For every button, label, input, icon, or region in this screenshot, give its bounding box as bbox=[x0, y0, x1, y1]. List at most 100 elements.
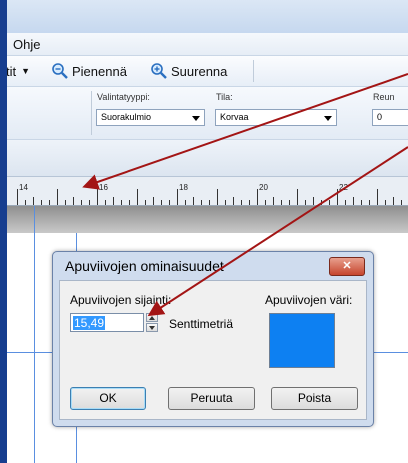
ruler-tick bbox=[249, 200, 250, 205]
ruler-tick bbox=[161, 200, 162, 205]
ruler-tick bbox=[393, 197, 394, 205]
ruler-tick bbox=[113, 197, 114, 205]
guide-color-swatch[interactable] bbox=[269, 313, 335, 368]
chevron-down-icon bbox=[192, 116, 200, 121]
title-bar bbox=[7, 0, 408, 33]
spin-down-icon bbox=[149, 326, 155, 330]
toolbar-partial-label: tit bbox=[7, 63, 17, 79]
ruler-tick bbox=[209, 200, 210, 205]
selection-type-label: Valintatyyppi: bbox=[97, 92, 150, 102]
ruler-tick bbox=[273, 197, 274, 205]
horizontal-ruler[interactable]: 141618202224 bbox=[7, 177, 408, 206]
spin-up-icon bbox=[149, 316, 155, 320]
dropdown-arrow-icon: ▼ bbox=[21, 66, 31, 76]
ruler-tick bbox=[65, 200, 66, 205]
ruler-tick bbox=[289, 200, 290, 205]
zoom-in-icon bbox=[151, 63, 167, 79]
ruler-tick bbox=[305, 200, 306, 205]
ruler-tick bbox=[201, 200, 202, 205]
ruler-tick bbox=[73, 197, 74, 205]
edge-value: 0 bbox=[377, 112, 383, 122]
guide-properties-dialog: Apuviivojen ominaisuudet ✕ Apuviivojen s… bbox=[52, 251, 374, 427]
delete-button[interactable]: Poista bbox=[271, 387, 358, 410]
ruler-tick bbox=[345, 200, 346, 205]
ruler-tick bbox=[153, 197, 154, 205]
dialog-body: Apuviivojen sijainti: 15,49 Senttimetriä… bbox=[59, 280, 367, 420]
ruler-tick bbox=[297, 189, 298, 205]
spin-up-button[interactable] bbox=[146, 313, 158, 322]
ruler-tick bbox=[233, 197, 234, 205]
toolbar-partial-item[interactable]: tit ▼ bbox=[7, 62, 30, 80]
edge-input[interactable]: 0 bbox=[372, 109, 408, 126]
ruler-tick bbox=[321, 200, 322, 205]
position-input[interactable]: 15,49 bbox=[70, 313, 144, 332]
property-bar: Valintatyyppi: Suorakulmio Tila: Korvaa … bbox=[7, 87, 408, 140]
ruler-tick bbox=[57, 189, 58, 205]
ruler-tick bbox=[313, 197, 314, 205]
dialog-title: Apuviivojen ominaisuudet bbox=[65, 258, 224, 274]
menu-help[interactable]: Ohje bbox=[13, 37, 40, 52]
close-icon: ✕ bbox=[342, 260, 352, 272]
ruler-tick bbox=[177, 189, 178, 205]
canvas-shadow bbox=[7, 206, 408, 233]
ruler-tick bbox=[145, 200, 146, 205]
zoom-in-button[interactable]: Suurenna bbox=[150, 62, 227, 80]
zoom-in-label: Suurenna bbox=[171, 63, 228, 79]
ruler-tick bbox=[369, 200, 370, 205]
menu-bar: Ohje bbox=[7, 33, 408, 56]
state-select[interactable]: Korvaa bbox=[215, 109, 337, 126]
ruler-tick bbox=[121, 200, 122, 205]
unit-label: Senttimetriä bbox=[169, 317, 234, 331]
color-label: Apuviivojen väri: bbox=[265, 293, 353, 307]
ruler-tick bbox=[385, 200, 386, 205]
state-value: Korvaa bbox=[220, 112, 249, 122]
ruler-tick bbox=[89, 200, 90, 205]
ruler-tick bbox=[33, 197, 34, 205]
guide-line-vertical[interactable] bbox=[34, 206, 35, 463]
close-button[interactable]: ✕ bbox=[329, 257, 365, 276]
ruler-tick bbox=[377, 189, 378, 205]
toolbar: tit ▼ Pienennä Suurenna bbox=[7, 56, 408, 87]
panel-strip bbox=[7, 140, 408, 177]
ruler-tick bbox=[193, 197, 194, 205]
position-value: 15,49 bbox=[73, 316, 106, 330]
ruler-tick bbox=[129, 200, 130, 205]
ruler-tick bbox=[337, 189, 338, 205]
edge-label: Reun bbox=[373, 92, 395, 102]
ruler-tick bbox=[137, 189, 138, 205]
ruler-tick bbox=[81, 200, 82, 205]
cancel-button[interactable]: Peruuta bbox=[168, 387, 255, 410]
ruler-number: 14 bbox=[19, 183, 28, 192]
position-label: Apuviivojen sijainti: bbox=[70, 293, 172, 307]
chevron-down-icon bbox=[324, 116, 332, 121]
ruler-tick bbox=[17, 189, 18, 205]
selection-type-select[interactable]: Suorakulmio bbox=[96, 109, 205, 126]
ruler-tick bbox=[353, 197, 354, 205]
ruler-number: 18 bbox=[179, 183, 188, 192]
zoom-out-label: Pienennä bbox=[72, 63, 127, 79]
toolbar-separator bbox=[253, 60, 254, 82]
ruler-tick bbox=[97, 189, 98, 205]
zoom-out-button[interactable]: Pienennä bbox=[51, 62, 127, 80]
property-separator bbox=[91, 91, 92, 135]
ruler-tick bbox=[265, 200, 266, 205]
ruler-tick bbox=[241, 200, 242, 205]
ruler-tick bbox=[257, 189, 258, 205]
ok-button[interactable]: OK bbox=[70, 387, 146, 410]
ruler-tick bbox=[41, 200, 42, 205]
ruler-tick bbox=[401, 200, 402, 205]
ruler-number: 22 bbox=[339, 183, 348, 192]
ruler-tick bbox=[225, 200, 226, 205]
ruler-tick bbox=[185, 200, 186, 205]
ruler-tick bbox=[169, 200, 170, 205]
ruler-number: 16 bbox=[99, 183, 108, 192]
ruler-tick bbox=[361, 200, 362, 205]
selection-type-value: Suorakulmio bbox=[101, 112, 152, 122]
spin-down-button[interactable] bbox=[146, 323, 158, 332]
ruler-number: 20 bbox=[259, 183, 268, 192]
ruler-tick bbox=[217, 189, 218, 205]
ruler-tick bbox=[49, 200, 50, 205]
ruler-tick bbox=[105, 200, 106, 205]
ruler-tick bbox=[281, 200, 282, 205]
state-label: Tila: bbox=[216, 92, 233, 102]
